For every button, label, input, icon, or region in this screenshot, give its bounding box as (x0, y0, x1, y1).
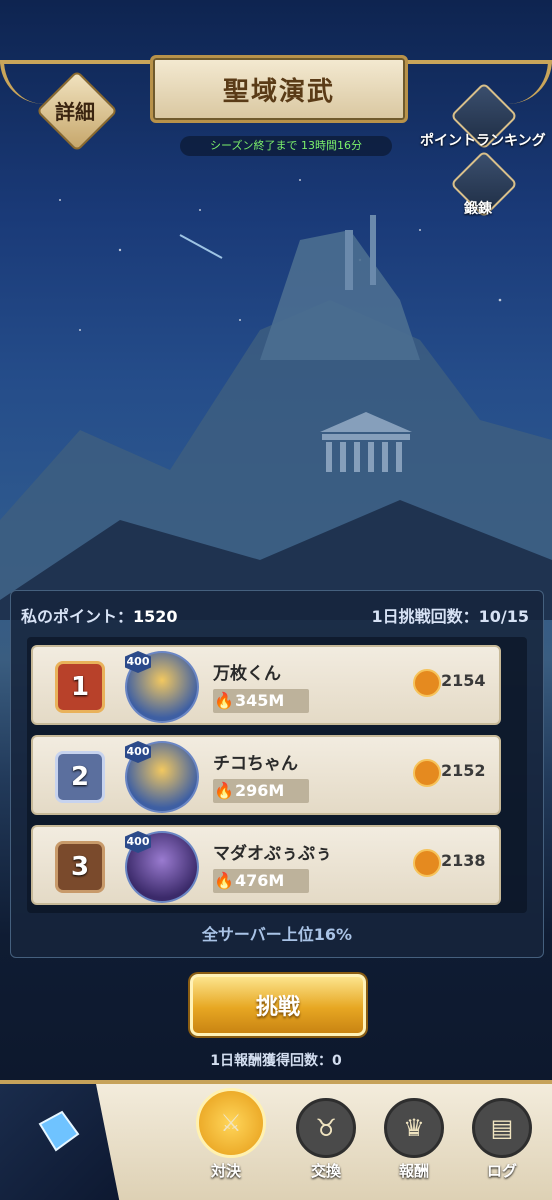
reward-icon: ♛ (384, 1098, 444, 1158)
server-top-percent: 全サーバー上位16% (201, 925, 353, 944)
ranking-button-label[interactable]: ポイントランキング (420, 130, 546, 150)
page-title: 聖域演武 (222, 76, 335, 107)
title-plate: 聖域演武 (150, 55, 408, 123)
power-text: 476M (235, 871, 285, 890)
nav-reward[interactable]: ♛ 報酬 (384, 1098, 444, 1180)
daily-challenge-label: 1日挑戦回数： (371, 607, 479, 626)
player-name: チコちゃん (213, 754, 298, 774)
medal-icon (413, 849, 441, 877)
daily-challenge-value: 10/15 (478, 607, 529, 626)
ranking-row[interactable]: 2 400 チコちゃん 🔥296M 2152 (31, 735, 501, 815)
challenge-button[interactable]: 挑戦 (190, 974, 366, 1036)
exchange-icon: ♉ (296, 1098, 356, 1158)
nav-versus[interactable]: ⚔ 対決 (196, 1088, 266, 1180)
ranking-row[interactable]: 1 400 万枚くん 🔥345M 2154 (31, 645, 501, 725)
flame-icon: 🔥 (214, 781, 234, 800)
power-value: 🔥476M (213, 869, 309, 893)
home-icon (38, 1110, 80, 1152)
daily-reward-count: 1日報酬獲得回数：0 (210, 1053, 342, 1069)
player-score: 2138 (441, 851, 486, 870)
ranking-row[interactable]: 3 400 マダオぷぅぷぅ 🔥476M 2138 (31, 825, 501, 905)
nav-log[interactable]: ▤ ログ (472, 1098, 532, 1180)
nav-label: 対決 (210, 1162, 241, 1180)
player-name: マダオぷぅぷぅ (213, 844, 332, 864)
nav-label: 報酬 (398, 1162, 429, 1180)
daily-challenge-count: 1日挑戦回数：10/15 (371, 603, 529, 627)
power-text: 345M (235, 691, 285, 710)
player-score: 2154 (441, 671, 486, 690)
panel-header: 私のポイント：1520 1日挑戦回数：10/15 (11, 591, 543, 635)
rank-badge: 2 (55, 751, 105, 803)
ranking-panel: 私のポイント：1520 1日挑戦回数：10/15 1 400 万枚くん 🔥345… (10, 590, 544, 958)
rank-badge: 1 (55, 661, 105, 713)
screen: 聖域演武 詳細 シーズン終了まで 13時間16分 ポイントランキング 鍛錬 私の… (0, 0, 552, 1200)
power-value: 🔥296M (213, 779, 309, 803)
nav-exchange[interactable]: ♉ 交換 (296, 1098, 356, 1180)
rank-badge: 3 (55, 841, 105, 893)
nav-label: ログ (486, 1162, 517, 1180)
training-button-label[interactable]: 鍛錬 (464, 198, 492, 218)
medal-icon (413, 669, 441, 697)
player-name: 万枚くん (213, 664, 281, 684)
power-value: 🔥345M (213, 689, 309, 713)
power-text: 296M (235, 781, 285, 800)
season-timer: シーズン終了まで 13時間16分 (180, 136, 392, 156)
flame-icon: 🔥 (214, 871, 234, 890)
flame-icon: 🔥 (214, 691, 234, 710)
my-points-value: 1520 (133, 607, 178, 626)
nav-label: 交換 (310, 1162, 341, 1180)
player-score: 2152 (441, 761, 486, 780)
detail-button-label[interactable]: 詳細 (48, 96, 102, 125)
medal-icon (413, 759, 441, 787)
bottom-nav: ⚔ 対決 ♉ 交換 ♛ 報酬 ▤ ログ (0, 1080, 552, 1200)
my-points-label: 私のポイント： (21, 607, 134, 626)
log-icon: ▤ (472, 1098, 532, 1158)
home-button[interactable] (0, 1084, 120, 1200)
versus-icon: ⚔ (196, 1088, 266, 1158)
my-points: 私のポイント：1520 (21, 603, 178, 627)
